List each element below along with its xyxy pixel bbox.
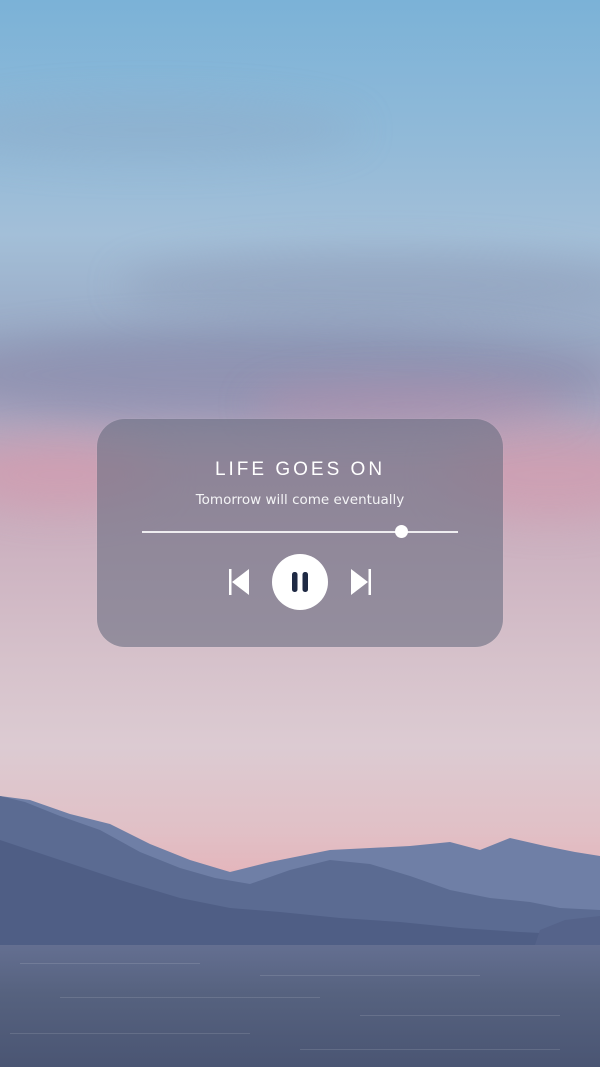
song-title: LIFE GOES ON [214,459,386,480]
skip-next-icon [351,569,371,595]
next-button[interactable] [348,567,374,597]
water-ripple [60,997,320,998]
mountain-range [0,796,600,960]
music-player-card: LIFE GOES ON Tomorrow will come eventual… [97,419,503,647]
water-ripple [20,963,200,964]
song-subtitle: Tomorrow will come eventually [195,492,405,508]
pause-icon [292,572,308,592]
lake-water [0,945,600,1067]
pause-button[interactable] [272,554,328,610]
water-ripple [260,975,480,976]
progress-track[interactable] [142,531,458,533]
wallpaper-background: LIFE GOES ON Tomorrow will come eventual… [0,0,600,1067]
progress-thumb[interactable] [395,525,409,538]
cloud-band [0,100,360,160]
skip-previous-icon [229,569,249,595]
water-ripple [300,1049,560,1050]
water-ripple [10,1033,250,1034]
water-ripple [360,1015,560,1016]
previous-button[interactable] [226,567,252,597]
cloud-band [120,250,600,320]
